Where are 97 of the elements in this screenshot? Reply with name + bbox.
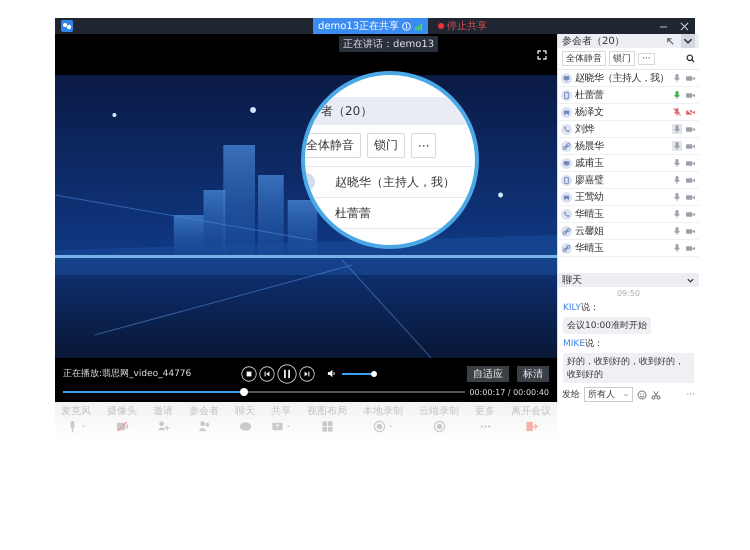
camera-icon[interactable] <box>685 90 696 100</box>
emoji-icon[interactable] <box>637 390 647 400</box>
next-icon[interactable] <box>299 366 315 382</box>
microphone-icon[interactable] <box>672 175 682 185</box>
camera-icon[interactable] <box>685 74 696 82</box>
chat-icon[interactable] <box>238 420 252 433</box>
more-options[interactable]: ··· <box>686 390 696 400</box>
quality-button[interactable]: 标清 <box>517 366 549 382</box>
share-screen-icon[interactable] <box>271 420 284 433</box>
chat-message: 会议10:00准时开始 <box>563 317 651 334</box>
link-icon <box>561 242 572 254</box>
record-icon[interactable] <box>432 420 446 433</box>
camera-icon[interactable] <box>685 244 696 252</box>
participant-name[interactable]: 杨晨华 <box>575 139 670 153</box>
microphone-icon[interactable] <box>672 192 682 202</box>
microphone-icon[interactable] <box>672 226 682 236</box>
mobile-phone-icon <box>561 174 572 186</box>
microphone-icon[interactable] <box>672 243 682 253</box>
info-icon[interactable] <box>402 22 412 30</box>
caret-icon <box>623 392 629 398</box>
participant-name[interactable]: 杜蕾蕾 <box>335 204 371 222</box>
link-icon <box>561 140 572 152</box>
send-to-label: 发给 <box>562 388 580 401</box>
participant-name[interactable]: 廖嘉璧 <box>575 173 670 187</box>
camera-icon[interactable] <box>685 142 696 150</box>
close-icon[interactable] <box>680 22 689 30</box>
microphone-icon[interactable] <box>672 124 682 134</box>
quality-button[interactable]: 自适应 <box>467 366 509 382</box>
computer-icon <box>561 72 572 84</box>
toolbar-button[interactable]: 锁门 <box>609 51 635 66</box>
camera-icon[interactable] <box>685 226 696 236</box>
chevron-down-icon[interactable] <box>681 34 696 48</box>
camera-icon[interactable] <box>685 158 696 168</box>
camera-icon[interactable] <box>685 124 696 134</box>
toolbar-button[interactable]: 锁门 <box>367 133 405 158</box>
chat-time: 09:50 <box>616 289 640 298</box>
microphone-icon[interactable] <box>672 141 682 151</box>
toolbar-button[interactable]: 全体静音 <box>305 133 361 158</box>
chat-message: 好的，收到好的，收到好的，收到好的 <box>563 353 694 383</box>
search-icon[interactable] <box>686 54 696 63</box>
participant-name[interactable]: 赵晓华（主持人，我） <box>575 71 670 85</box>
recipient-dropdown[interactable]: 所有人 <box>584 387 633 402</box>
microphone-icon[interactable] <box>672 209 682 219</box>
dropdown-caret-icon[interactable] <box>81 424 86 429</box>
exit-icon[interactable] <box>524 420 538 433</box>
microphone-icon[interactable] <box>672 158 682 168</box>
participant-name[interactable]: 华晴玉 <box>575 207 670 221</box>
app-logo-icon <box>61 20 73 32</box>
pop-out-icon[interactable] <box>666 36 676 46</box>
record-icon[interactable] <box>373 420 386 433</box>
fullscreen-icon[interactable] <box>537 50 547 60</box>
phone-icon <box>561 208 572 220</box>
room-icon <box>561 106 572 118</box>
add-person-icon[interactable] <box>156 420 170 433</box>
chat-title: 聊天 <box>562 274 582 287</box>
stop-share-button[interactable]: 停止共享 <box>438 19 488 33</box>
participant-name[interactable]: 华晴玉 <box>575 241 670 255</box>
participant-name[interactable]: 戚甫玉 <box>575 156 670 170</box>
sender-label: KILY说： <box>563 302 599 314</box>
phone-icon <box>561 124 572 134</box>
microphone-icon[interactable] <box>672 73 682 83</box>
time-label: 00:00:17 / 00:00:40 <box>469 388 549 396</box>
panel-title: 参会者（20） <box>562 34 625 48</box>
dropdown-caret-icon[interactable] <box>286 424 291 429</box>
link-icon <box>561 226 572 236</box>
grid-icon[interactable] <box>320 420 334 433</box>
participant-name[interactable]: 王莺幼 <box>575 190 670 204</box>
scissors-icon[interactable] <box>651 390 661 400</box>
stop-icon[interactable] <box>241 366 257 382</box>
dropdown-caret-icon[interactable] <box>388 424 393 429</box>
participant-name[interactable]: 杜蕾蕾 <box>575 88 670 102</box>
sender-label: MIKE说： <box>563 338 604 350</box>
muted-mic-icon[interactable] <box>672 107 682 117</box>
camera-off-icon[interactable] <box>116 420 128 433</box>
camera-icon[interactable] <box>685 176 696 184</box>
speaker-tooltip: 正在讲话：demo13 <box>339 36 438 52</box>
participant-name[interactable]: 刘烨 <box>575 122 670 136</box>
computer-icon <box>561 158 572 168</box>
microphone-icon[interactable] <box>672 90 682 100</box>
camera-icon[interactable] <box>685 210 696 218</box>
people-icon[interactable] <box>198 420 210 433</box>
room-icon <box>561 192 572 202</box>
toolbar-button[interactable]: ··· <box>638 52 655 64</box>
volume-icon[interactable] <box>327 369 336 378</box>
signal-icon <box>414 22 424 30</box>
previous-icon[interactable] <box>259 366 275 382</box>
pause-icon[interactable] <box>277 364 297 384</box>
sharing-label: demo13正在共享 <box>318 20 400 33</box>
camera-icon[interactable] <box>685 192 696 202</box>
toolbar-button[interactable]: ··· <box>411 133 436 158</box>
now-playing-label: 正在播放:翡思网_video_44776 <box>63 368 192 380</box>
participant-name[interactable]: 赵晓华（主持人，我） <box>335 174 455 190</box>
participant-name[interactable]: 杨泽文 <box>575 105 670 119</box>
toolbar-button[interactable]: 全体静音 <box>562 51 606 66</box>
participants-title: 者（20） <box>321 102 372 120</box>
participant-name[interactable]: 云馨姐 <box>575 224 670 238</box>
mobile-phone-icon <box>561 90 572 100</box>
